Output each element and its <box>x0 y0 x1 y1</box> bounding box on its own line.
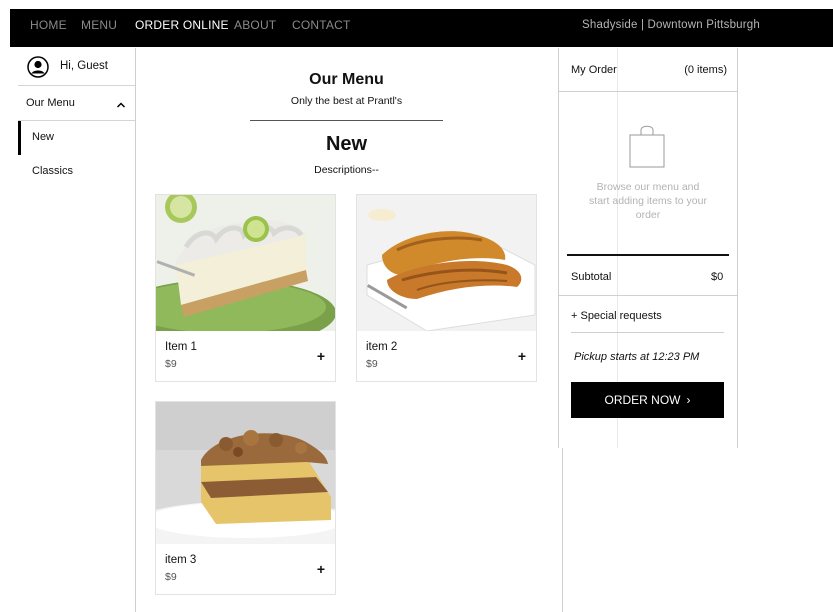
subtotal-divider <box>559 295 737 296</box>
item-price: $9 <box>366 358 378 370</box>
page-title: Our Menu <box>309 71 384 88</box>
add-item-plus-icon[interactable]: + <box>317 561 325 577</box>
add-item-plus-icon[interactable]: + <box>518 348 526 364</box>
our-menu-label: Our Menu <box>26 97 75 109</box>
subtotal-value: $0 <box>711 271 724 283</box>
nav-link-home[interactable]: HOME <box>30 18 67 32</box>
subtotal-label: Subtotal <box>571 271 612 283</box>
order-panel-right-border <box>737 48 738 448</box>
item-photo <box>357 195 536 331</box>
empty-order-message: Browse our menu and start adding items t… <box>589 181 707 221</box>
category-label: Classics <box>32 165 73 177</box>
category-item-classics[interactable]: Classics <box>18 155 135 189</box>
special-requests-button[interactable]: + Special requests <box>571 310 662 322</box>
chevron-right-icon: › <box>686 393 691 407</box>
user-avatar-icon <box>27 56 49 78</box>
nav-link-contact[interactable]: CONTACT <box>292 18 351 32</box>
order-panel-left-border <box>558 48 559 448</box>
order-header: My Order (0 items) <box>559 48 737 92</box>
item-photo <box>156 402 335 544</box>
order-now-button[interactable]: ORDER NOW › <box>571 382 724 418</box>
category-item-new[interactable]: New <box>18 121 135 155</box>
top-nav: HOME MENU ORDER ONLINE ABOUT CONTACT Sha… <box>10 9 833 47</box>
nav-link-menu[interactable]: MENU <box>81 18 117 32</box>
order-title: My Order <box>571 64 617 76</box>
page-subtitle: Only the best at Prantl's <box>290 95 403 107</box>
pickup-time-note: Pickup starts at 12:23 PM <box>574 351 700 363</box>
nav-link-order-online[interactable]: ORDER ONLINE <box>135 18 229 32</box>
menu-item-card[interactable]: Item 1 $9 + <box>155 194 336 382</box>
nav-link-about[interactable]: ABOUT <box>234 18 276 32</box>
order-item-count: (0 items) <box>684 64 727 76</box>
shopping-bag-icon <box>627 123 667 169</box>
item-name: item 3 <box>165 554 197 566</box>
category-label: New <box>32 131 55 143</box>
item-photo <box>156 195 335 331</box>
special-requests-divider <box>571 332 724 333</box>
section-description: Descriptions-- <box>314 164 379 176</box>
guest-account-row[interactable]: Hi, Guest <box>18 48 135 86</box>
add-item-plus-icon[interactable]: + <box>317 348 325 364</box>
subtotal-rule <box>567 254 729 256</box>
location-switcher[interactable]: Shadyside | Downtown Pittsburgh <box>582 19 760 31</box>
item-name: item 2 <box>366 341 398 353</box>
item-price: $9 <box>165 358 177 370</box>
item-price: $9 <box>165 571 177 583</box>
chevron-up-icon <box>116 97 126 108</box>
section-title: New <box>325 133 368 155</box>
menu-item-card[interactable]: item 2 $9 + <box>356 194 537 382</box>
our-menu-toggle[interactable]: Our Menu <box>18 86 135 121</box>
menu-item-card[interactable]: item 3 $9 + <box>155 401 336 595</box>
sidebar-divider <box>135 48 136 612</box>
guest-label: Hi, Guest <box>60 60 108 72</box>
item-name: Item 1 <box>165 341 197 353</box>
order-now-label: ORDER NOW <box>604 393 681 407</box>
title-divider <box>250 120 443 121</box>
lower-divider <box>562 448 563 612</box>
